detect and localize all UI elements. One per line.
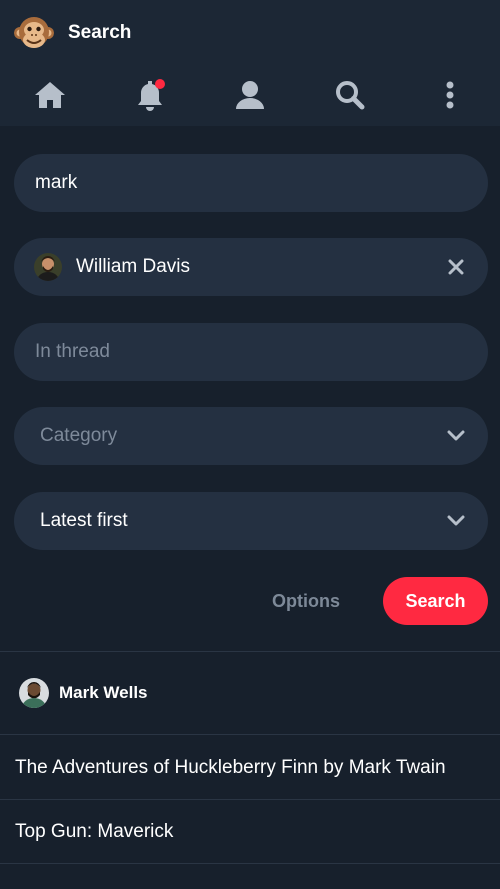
top-bar: Search bbox=[0, 0, 500, 126]
avatar bbox=[34, 253, 62, 281]
clear-author-button[interactable] bbox=[436, 247, 476, 287]
page-title: Search bbox=[68, 22, 132, 43]
user-result-name: Mark Wells bbox=[59, 683, 148, 702]
monkey-face-icon[interactable] bbox=[14, 13, 54, 53]
category-select-label: Category bbox=[40, 425, 118, 446]
close-icon bbox=[448, 259, 464, 275]
sort-select-label: Latest first bbox=[40, 510, 128, 531]
chevron-down-icon bbox=[436, 501, 476, 541]
unread-badge bbox=[155, 79, 165, 89]
divider bbox=[0, 863, 500, 864]
divider bbox=[0, 734, 500, 735]
nav-more[interactable] bbox=[400, 66, 500, 124]
search-icon bbox=[336, 81, 365, 110]
sort-select[interactable]: Latest first bbox=[14, 492, 488, 550]
home-icon bbox=[35, 82, 65, 108]
nav-bar bbox=[0, 66, 500, 124]
category-select[interactable]: Category bbox=[14, 407, 488, 465]
thread-field bbox=[14, 323, 488, 381]
search-button[interactable]: Search bbox=[383, 577, 488, 625]
nav-notifications[interactable] bbox=[100, 66, 200, 124]
thread-input[interactable] bbox=[14, 341, 488, 363]
nav-profile[interactable] bbox=[200, 66, 300, 124]
kebab-menu-icon bbox=[446, 81, 454, 109]
avatar bbox=[19, 678, 49, 708]
search-field bbox=[14, 154, 488, 212]
nav-search[interactable] bbox=[300, 66, 400, 124]
app-header: Search bbox=[14, 12, 131, 54]
search-input[interactable] bbox=[14, 172, 488, 194]
user-result[interactable]: Mark Wells bbox=[0, 652, 500, 734]
author-chip-name: William Davis bbox=[76, 256, 190, 277]
thread-result[interactable]: Top Gun: Maverick bbox=[0, 800, 500, 864]
nav-home[interactable] bbox=[0, 66, 100, 124]
thread-result[interactable]: The Adventures of Huckleberry Finn by Ma… bbox=[0, 736, 500, 800]
author-filter: William Davis bbox=[14, 238, 488, 296]
chevron-down-icon bbox=[436, 416, 476, 456]
user-icon bbox=[236, 81, 264, 109]
options-button[interactable]: Options bbox=[256, 578, 356, 624]
